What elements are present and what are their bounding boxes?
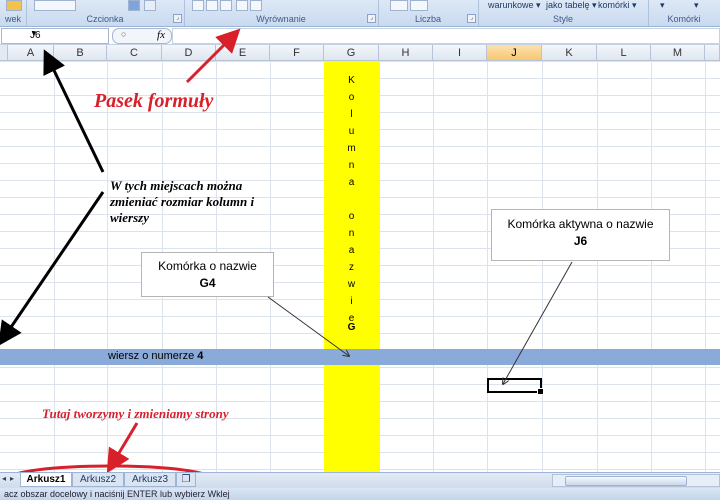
fx-icon[interactable]: fx [157,29,165,41]
ribbon-group-clipboard: wek [0,0,27,26]
annotation-sheets-hint: Tutaj tworzymy i zmieniamy strony [42,406,229,421]
status-bar: acz obszar docelowy i naciśnij ENTER lub… [0,488,720,500]
sheet-nav-prev-icon[interactable]: ◂ [2,474,6,483]
ribbon-group-font: Czcionka ⌟ [26,0,185,26]
grid-line [433,61,434,472]
annotation-resize-hint: W tych miejscach można zmieniać rozmiar … [110,178,255,225]
cells-dropdown-icon[interactable]: ▾ [660,0,665,11]
conditional-format-button[interactable]: warunkowe ▾ [488,0,541,11]
ribbon-group-number: Liczba ⌟ [378,0,479,26]
grid-line [597,61,598,472]
insert-sheet-icon[interactable]: ❐ [176,473,196,487]
column-g-letter: i [350,296,353,307]
column-header[interactable] [705,45,720,61]
scrollbar-thumb[interactable] [565,476,687,486]
row-4-highlight: wiersz o numerze 4 [0,349,720,365]
cells-dropdown-icon[interactable]: ▾ [694,0,699,11]
select-all-corner[interactable] [0,45,8,61]
align-center-icon[interactable] [206,0,218,11]
column-header-active[interactable]: J [487,45,542,61]
active-cell-j6[interactable] [487,378,544,395]
column-g-letter: l [350,109,353,120]
sheet-tab-arkusz3[interactable]: Arkusz3 [124,473,176,487]
paste-icon[interactable] [6,0,22,11]
column-g-letter: u [348,126,355,137]
column-g-letter: o [348,92,355,103]
ribbon-group-label: Wyrównanie [256,14,306,24]
fill-color-icon[interactable] [128,0,140,11]
column-header[interactable]: I [433,45,487,61]
column-g-letter: w [347,279,356,290]
font-color-icon[interactable] [144,0,156,11]
formula-bar: J6 ▼ ○ fx [0,27,720,45]
ribbon-group-label: wek [4,14,21,24]
column-header[interactable]: M [651,45,705,61]
annotation-formula-bar: Pasek formuły [94,90,214,112]
callout-j6: Komórka aktywna o nazwie J6 [491,209,670,261]
grip-icon: ○ [121,29,127,39]
ribbon-group-label: Komórki [667,14,701,24]
column-g-letter: K [348,75,355,86]
dropdown-arrow-icon[interactable]: ▼ [30,29,106,38]
grid-line [542,61,543,472]
sheet-tab-bar: ◂ ▸ Arkusz1 Arkusz2 Arkusz3 ❐ [0,472,720,488]
column-g-letter: a [348,177,355,188]
fill-handle[interactable] [537,388,544,395]
column-header[interactable]: C [107,45,162,61]
insert-function-area[interactable]: ○ fx [112,28,172,44]
ribbon-group-label: Liczba [414,14,441,24]
format-as-table-button[interactable]: jako tabelę ▾ [546,0,597,11]
ribbon-group-label: Czcionka [86,14,124,24]
sheet-tab-arkusz2[interactable]: Arkusz2 [72,473,124,487]
row-band-label: wiersz o numerze 4 [108,350,204,362]
grid-line [379,61,380,472]
callout-cell-name: J6 [573,234,588,248]
ribbon-group-styles: warunkowe ▾ jako tabelę ▾ komórki ▾ Styl… [478,0,649,26]
outdent-icon[interactable] [250,0,262,11]
column-header[interactable]: H [379,45,433,61]
column-header[interactable]: B [54,45,107,61]
align-right-icon[interactable] [220,0,232,11]
align-left-icon[interactable] [192,0,204,11]
column-g-name: G [347,322,356,333]
dialog-launcher-icon[interactable]: ⌟ [467,14,476,23]
column-g-letter: z [349,262,354,273]
ribbon-group-cells: ▾ ▾ Komórki [648,0,720,26]
callout-cell-name: G4 [199,276,216,290]
column-g-letter: a [348,245,355,256]
column-g-letter: n [348,228,355,239]
callout-g4: Komórka o nazwie G4 [141,252,274,297]
column-header[interactable]: K [542,45,597,61]
callout-title: Komórka aktywna o nazwie [507,217,654,231]
column-g-letter: n [348,160,355,171]
ribbon: wek Czcionka ⌟ Wyrównanie ⌟ Liczba ⌟ war… [0,0,720,27]
grid-line [705,61,706,472]
column-header[interactable]: F [270,45,324,61]
cell-styles-button[interactable]: komórki ▾ [598,0,637,11]
sheet-tab-arkusz1[interactable]: Arkusz1 [20,473,72,487]
callout-title: Komórka o nazwie [158,259,257,273]
formula-input[interactable] [172,28,720,44]
sheet-nav-next-icon[interactable]: ▸ [10,474,14,483]
column-header[interactable]: E [216,45,270,61]
column-g-letter: m [347,143,356,154]
ribbon-group-alignment: Wyrównanie ⌟ [184,0,379,26]
column-header[interactable]: D [162,45,216,61]
column-header[interactable]: G [324,45,379,61]
column-header[interactable]: L [597,45,651,61]
name-box[interactable]: J6 ▼ [1,28,109,44]
ribbon-group-label: Style [552,14,573,24]
column-g-letter: o [348,211,355,222]
dialog-launcher-icon[interactable]: ⌟ [173,14,182,23]
column-header[interactable]: A [8,45,54,61]
decimal-decrease-icon[interactable] [410,0,428,11]
decimal-increase-icon[interactable] [390,0,408,11]
horizontal-scrollbar[interactable] [552,474,720,487]
indent-icon[interactable] [236,0,248,11]
grid-line [651,61,652,472]
grid-line [487,61,488,472]
font-name-box[interactable] [34,0,76,11]
dialog-launcher-icon[interactable]: ⌟ [367,14,376,23]
